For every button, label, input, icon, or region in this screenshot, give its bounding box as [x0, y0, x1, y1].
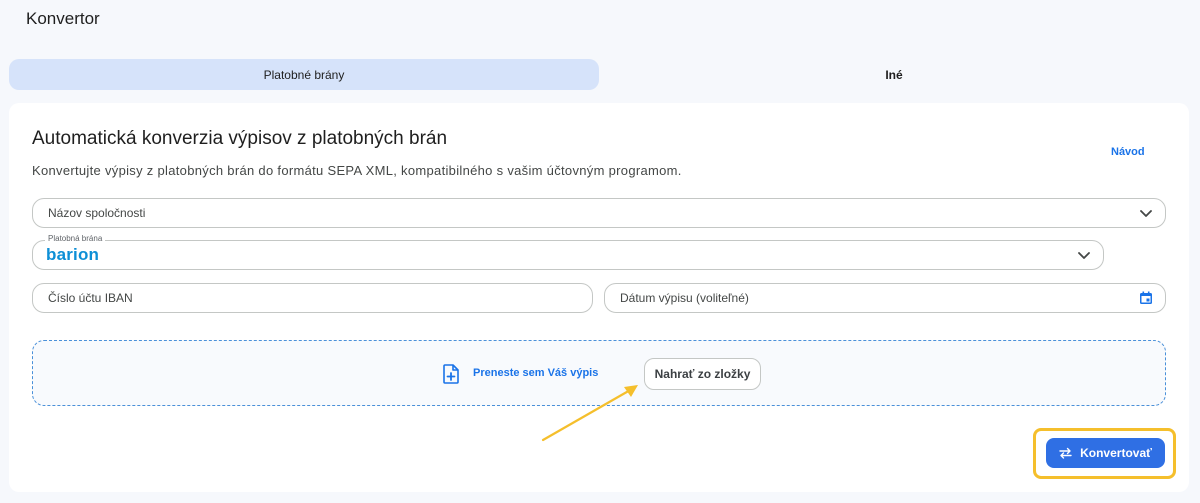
- convert-button-label: Konvertovať: [1080, 446, 1152, 460]
- statement-date-input[interactable]: Dátum výpisu (voliteľné): [604, 283, 1166, 313]
- gateway-select[interactable]: Platobná brána barion: [32, 234, 1104, 270]
- calendar-icon[interactable]: [1138, 290, 1154, 306]
- convert-button[interactable]: Konvertovať: [1046, 438, 1165, 468]
- tab-payment-gateways[interactable]: Platobné brány: [9, 59, 599, 90]
- card-title: Automatická konverzia výpisov z platobný…: [32, 128, 448, 149]
- iban-placeholder: Číslo účtu IBAN: [48, 291, 133, 305]
- date-placeholder: Dátum výpisu (voliteľné): [620, 291, 749, 305]
- iban-input[interactable]: Číslo účtu IBAN: [32, 283, 593, 313]
- company-select[interactable]: Názov spoločnosti: [32, 198, 1166, 228]
- card-description: Konvertujte výpisy z platobných brán do …: [32, 163, 682, 178]
- company-placeholder: Názov spoločnosti: [48, 206, 146, 220]
- upload-from-folder-button[interactable]: Nahrať zo zložky: [644, 358, 761, 390]
- tab-bar: Platobné brány Iné: [9, 59, 1189, 90]
- tab-other[interactable]: Iné: [599, 59, 1189, 90]
- page-title: Konvertor: [26, 9, 100, 28]
- converter-card: Automatická konverzia výpisov z platobný…: [9, 103, 1189, 492]
- file-dropzone[interactable]: Preneste sem Váš výpis Nahrať zo zložky: [32, 340, 1166, 406]
- chevron-down-icon: [1140, 210, 1152, 217]
- guide-link[interactable]: Návod: [1111, 146, 1145, 158]
- dropzone-text: Preneste sem Váš výpis: [473, 367, 599, 379]
- file-add-icon: [443, 364, 459, 384]
- barion-logo: barion: [46, 245, 100, 264]
- chevron-down-icon: [1078, 252, 1090, 259]
- swap-arrows-icon: [1059, 447, 1072, 459]
- gateway-label: Platobná brána: [45, 234, 106, 243]
